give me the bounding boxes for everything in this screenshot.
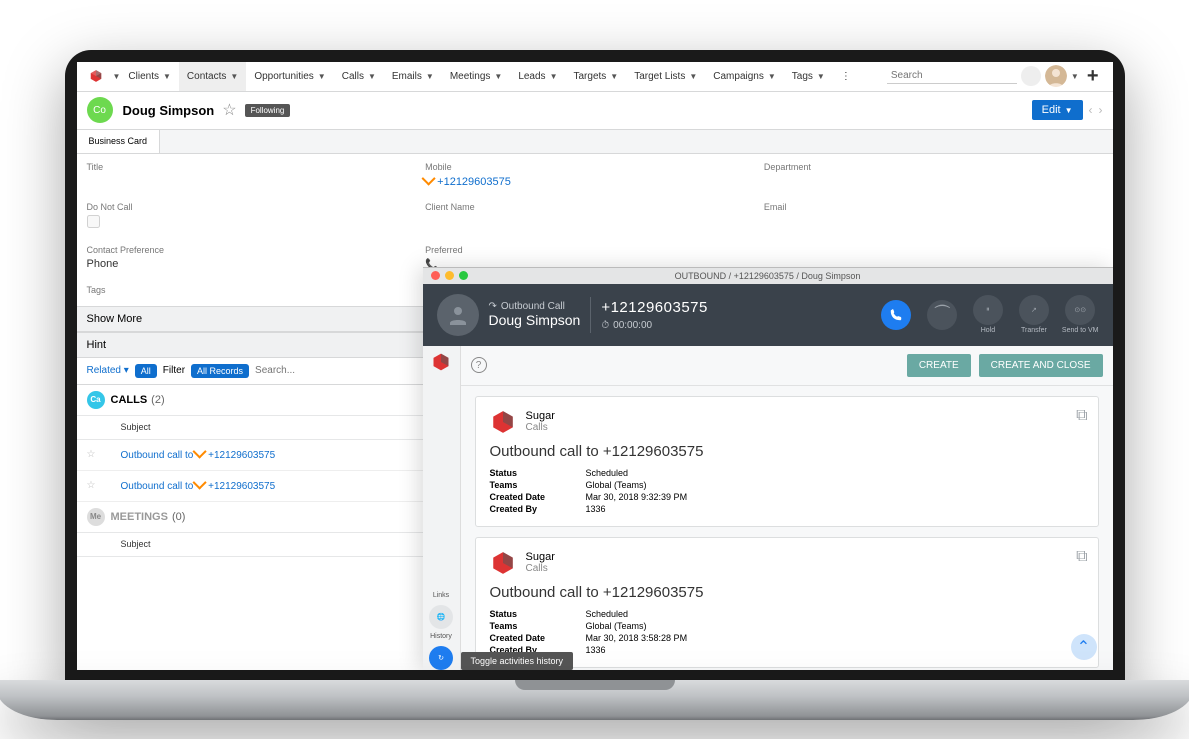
nav-item-campaigns[interactable]: Campaigns▼ — [705, 62, 784, 91]
create-and-close-button[interactable]: CREATE AND CLOSE — [979, 354, 1103, 377]
scroll-top-fab[interactable]: ⌃ — [1071, 634, 1097, 660]
window-title: OUTBOUND / +12129603575 / Doug Simpson — [423, 271, 1113, 281]
pref-label: Contact Preference — [87, 245, 426, 255]
related-label[interactable]: Related ▾ — [87, 365, 129, 376]
pill-all-records[interactable]: All Records — [191, 364, 249, 378]
notifications-button[interactable] — [1021, 66, 1041, 86]
dnc-checkbox — [87, 215, 100, 228]
contact-avatar: Co — [87, 97, 113, 123]
hold-button[interactable]: ⏸ — [973, 295, 1003, 325]
nav-item-meetings[interactable]: Meetings▼ — [442, 62, 511, 91]
module-cube-icon — [490, 550, 516, 576]
activity-title: Outbound call to +12129603575 — [490, 443, 1084, 460]
search-input[interactable] — [891, 70, 1023, 81]
nav-item-calls[interactable]: Calls▼ — [334, 62, 384, 91]
window-close-icon[interactable] — [431, 271, 440, 280]
toggle-activities-chip[interactable]: Toggle activities history — [461, 652, 574, 670]
nav-item-leads[interactable]: Leads▼ — [510, 62, 565, 91]
nav-item-tags[interactable]: Tags▼ — [784, 62, 833, 91]
window-zoom-icon[interactable] — [459, 271, 468, 280]
call-contact-name: Doug Simpson — [489, 312, 581, 328]
next-record-icon[interactable]: › — [1099, 103, 1103, 117]
nav-item-contacts[interactable]: Contacts▼ — [179, 62, 246, 91]
create-button[interactable]: CREATE — [907, 354, 971, 377]
nav-item-emails[interactable]: Emails▼ — [384, 62, 442, 91]
contact-name: Doug Simpson — [123, 103, 215, 118]
title-label: Title — [87, 162, 426, 172]
call-window: OUTBOUND / +12129603575 / Doug Simpson ↷… — [423, 267, 1113, 670]
mobile-label: Mobile — [425, 162, 764, 172]
transfer-button[interactable]: ↗ — [1019, 295, 1049, 325]
window-titlebar: OUTBOUND / +12129603575 / Doug Simpson — [423, 268, 1113, 284]
record-tabs: Business Card — [77, 130, 1113, 154]
rail-links-button[interactable]: 🌐 — [429, 605, 453, 629]
col-subject[interactable]: Subject — [121, 422, 151, 432]
mobile-value[interactable]: +12129603575 — [425, 175, 764, 188]
preferred-label: Preferred — [425, 245, 764, 255]
call-header: ↷Outbound Call Doug Simpson +12129603575… — [423, 284, 1113, 346]
call-direction: ↷Outbound Call — [489, 301, 581, 312]
call-side-rail: Links 🌐 History ↻ — [423, 346, 461, 670]
email-label: Email — [764, 202, 1103, 212]
rail-history-button[interactable]: ↻ — [429, 646, 453, 670]
hangup-button[interactable]: ⏜ — [927, 300, 957, 330]
activity-card[interactable]: ⧉SugarCallsOutbound call to +12129603575… — [475, 396, 1099, 527]
record-header: Co Doug Simpson ☆ Following Edit▼ ‹ › — [77, 92, 1113, 130]
create-bar: ? CREATE CREATE AND CLOSE — [461, 346, 1113, 386]
dial-icon[interactable] — [193, 445, 207, 459]
nav-item-opportunities[interactable]: Opportunities▼ — [246, 62, 333, 91]
prev-record-icon[interactable]: ‹ — [1089, 103, 1093, 117]
col-subject[interactable]: Subject — [121, 539, 151, 549]
call-number: +12129603575 — [601, 299, 708, 316]
top-navbar: ▼ Clients▼Contacts▼Opportunities▼Calls▼E… — [77, 62, 1113, 92]
send-vm-button[interactable]: ⊙⊙ — [1065, 295, 1095, 325]
favorite-star-icon[interactable]: ☆ — [222, 100, 236, 120]
outbound-arrow-icon: ↷ — [489, 301, 497, 312]
rail-history-label: History — [430, 633, 452, 640]
pill-all[interactable]: All — [135, 364, 157, 378]
stopwatch-icon: ⏱ — [601, 320, 609, 331]
call-avatar-icon — [437, 294, 479, 336]
pref-value: Phone — [87, 258, 426, 270]
open-external-icon[interactable]: ⧉ — [1076, 407, 1087, 425]
tab-business-card[interactable]: Business Card — [77, 130, 161, 153]
quick-create-icon[interactable]: + — [1087, 65, 1099, 88]
following-badge[interactable]: Following — [245, 104, 291, 117]
department-label: Department — [764, 162, 1103, 172]
filter-label: Filter — [163, 365, 185, 376]
window-minimize-icon[interactable] — [445, 271, 454, 280]
meetings-badge-icon: Me — [87, 508, 105, 526]
help-icon[interactable]: ? — [471, 357, 487, 373]
activity-title: Outbound call to +12129603575 — [490, 584, 1084, 601]
favorite-star-icon[interactable]: ☆ — [87, 449, 96, 460]
app-logo-icon[interactable] — [89, 69, 103, 83]
edit-button[interactable]: Edit▼ — [1032, 100, 1083, 120]
open-external-icon[interactable]: ⧉ — [1076, 548, 1087, 566]
activity-card[interactable]: ⧉SugarCallsOutbound call to +12129603575… — [475, 537, 1099, 668]
global-search[interactable]: 🔍 — [887, 68, 1017, 84]
nav-more-icon[interactable]: ⋮ — [833, 62, 859, 91]
nav-item-target-lists[interactable]: Target Lists▼ — [626, 62, 705, 91]
call-timer: ⏱00:00:00 — [601, 320, 708, 331]
dial-icon[interactable] — [193, 476, 207, 490]
logo-caret-icon[interactable]: ▼ — [113, 72, 121, 81]
dnc-label: Do Not Call — [87, 202, 426, 212]
nav-item-targets[interactable]: Targets▼ — [565, 62, 626, 91]
rail-links-label: Links — [433, 592, 449, 599]
module-cube-icon — [490, 409, 516, 435]
client-label: Client Name — [425, 202, 764, 212]
user-caret-icon[interactable]: ▼ — [1071, 72, 1079, 81]
dial-button[interactable] — [881, 300, 911, 330]
calls-badge-icon: Ca — [87, 391, 105, 409]
app-logo-icon[interactable] — [431, 352, 451, 372]
nav-item-clients[interactable]: Clients▼ — [120, 62, 179, 91]
favorite-star-icon[interactable]: ☆ — [87, 480, 96, 491]
user-avatar[interactable] — [1045, 65, 1067, 87]
